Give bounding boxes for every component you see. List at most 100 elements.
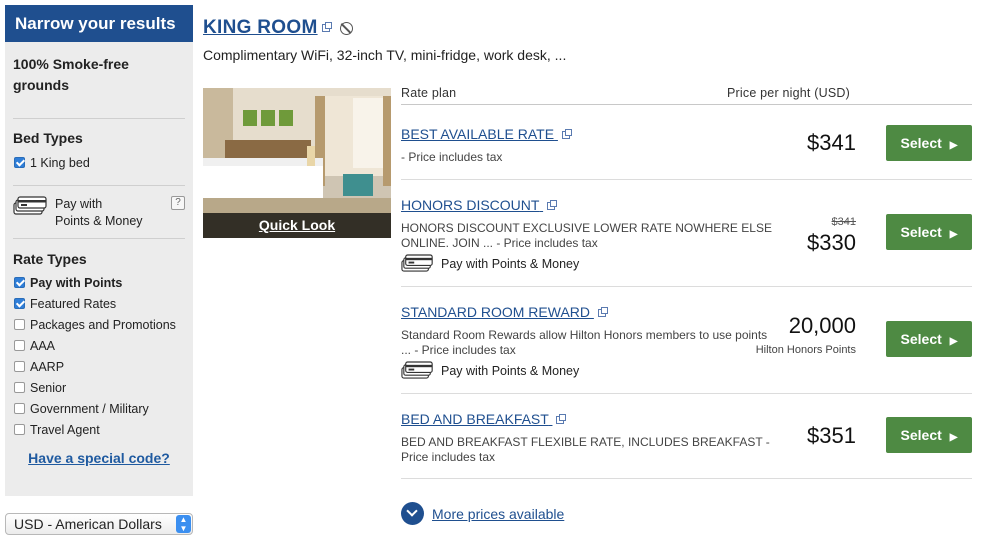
rate-type-label: AARP — [30, 359, 65, 374]
more-prices-label: More prices available — [432, 505, 565, 522]
checkbox[interactable] — [14, 361, 25, 372]
rate-type-label: Packages and Promotions — [30, 317, 176, 332]
chevron-right-icon: ▶ — [949, 229, 958, 240]
divider — [13, 118, 185, 119]
select-label: Select — [900, 135, 942, 151]
room-title-link[interactable]: KING ROOM — [203, 17, 318, 39]
rate-name-text: HONORS DISCOUNT — [401, 197, 540, 213]
rate-type-packages[interactable]: Packages and Promotions — [5, 314, 193, 335]
pay-points-line2: Points & Money — [55, 214, 143, 228]
rate-description: Standard Room Rewards allow Hilton Honor… — [401, 328, 768, 357]
rate-type-label: AAA — [30, 338, 56, 353]
rate-types-list: Pay with Points Featured Rates Packages … — [5, 272, 193, 440]
room-photo[interactable]: Quick Look — [203, 88, 391, 238]
smoke-free-note: 100% Smoke-free grounds — [5, 42, 193, 96]
pay-points-line1: Pay with — [55, 197, 103, 211]
select-button[interactable]: Select ▶ — [886, 125, 972, 161]
rate-points: 20,000 — [788, 313, 856, 338]
rate-name-link[interactable]: BEST AVAILABLE RATE — [401, 126, 572, 142]
pay-points-money-label: Pay with Points & Money — [55, 196, 143, 230]
rate-row-standard-reward: STANDARD ROOM REWARD Standard Room Rewar… — [401, 287, 972, 394]
chevron-right-icon: ▶ — [949, 140, 958, 151]
no-smoking-icon — [339, 21, 353, 35]
rate-price: $351 — [807, 423, 856, 448]
checkbox[interactable] — [14, 319, 25, 330]
rate-type-senior[interactable]: Senior — [5, 377, 193, 398]
quick-look-link[interactable]: Quick Look — [203, 213, 391, 238]
credit-cards-icon — [401, 254, 433, 272]
rate-name-text: STANDARD ROOM REWARD — [401, 304, 590, 320]
checkbox-checked[interactable] — [14, 298, 25, 309]
pay-points-money-filter[interactable]: Pay with Points & Money ? — [5, 196, 193, 230]
chevron-down-icon — [401, 502, 424, 525]
rate-description: - Price includes tax — [401, 150, 503, 164]
chevron-right-icon: ▶ — [949, 432, 958, 443]
original-price: $341 — [831, 216, 856, 228]
currency-select[interactable]: USD - American Dollars ▲ ▼ — [5, 513, 193, 535]
help-icon[interactable]: ? — [171, 196, 185, 210]
pay-points-money-option: Pay with Points & Money — [401, 361, 579, 380]
external-link-icon — [556, 414, 567, 425]
checkbox-checked[interactable] — [14, 157, 25, 168]
rate-row-bed-and-breakfast: BED AND BREAKFAST BED AND BREAKFAST FLEX… — [401, 394, 972, 479]
points-unit-label: Hilton Honors Points — [755, 344, 856, 356]
rate-description: HONORS DISCOUNT EXCLUSIVE LOWER RATE NOW… — [401, 221, 772, 250]
rate-type-label: Travel Agent — [30, 422, 100, 437]
bed-type-king-filter[interactable]: 1 King bed — [5, 152, 193, 173]
rate-name-text: BEST AVAILABLE RATE — [401, 126, 555, 142]
pay-option-label: Pay with Points & Money — [441, 363, 580, 378]
rate-name-link[interactable]: HONORS DISCOUNT — [401, 197, 558, 213]
select-button[interactable]: Select ▶ — [886, 417, 972, 453]
divider — [13, 185, 185, 186]
pay-points-money-option: Pay with Points & Money — [401, 254, 579, 273]
rate-name-link[interactable]: BED AND BREAKFAST — [401, 411, 567, 427]
room-title-row: KING ROOM — [203, 17, 353, 39]
rate-row-honors-discount: HONORS DISCOUNT HONORS DISCOUNT EXCLUSIV… — [401, 180, 972, 287]
select-button[interactable]: Select ▶ — [886, 214, 972, 250]
filter-sidebar: Narrow your results 100% Smoke-free grou… — [5, 5, 193, 496]
bed-types-list: 1 King bed — [5, 152, 193, 173]
bed-type-label: 1 King bed — [30, 155, 90, 170]
rate-type-aaa[interactable]: AAA — [5, 335, 193, 356]
rate-type-featured-rates[interactable]: Featured Rates — [5, 293, 193, 314]
currency-selected-value: USD - American Dollars — [14, 516, 162, 532]
select-arrows-icon: ▲ ▼ — [176, 515, 191, 533]
more-prices-link[interactable]: More prices available — [401, 502, 564, 525]
rate-name-link[interactable]: STANDARD ROOM REWARD — [401, 304, 608, 320]
smoke-free-line2: grounds — [13, 77, 69, 93]
pay-option-label: Pay with Points & Money — [441, 256, 580, 271]
rate-types-title: Rate Types — [13, 251, 87, 267]
credit-cards-icon — [401, 361, 433, 379]
checkbox[interactable] — [14, 403, 25, 414]
bed-types-title: Bed Types — [13, 130, 83, 146]
rate-price: $330 — [807, 230, 856, 255]
price-header: Price per night (USD) — [727, 86, 850, 100]
rate-type-label: Pay with Points — [30, 275, 123, 290]
rate-plan-header: Rate plan — [401, 86, 457, 100]
rate-name-text: BED AND BREAKFAST — [401, 411, 549, 427]
rate-type-travel-agent[interactable]: Travel Agent — [5, 419, 193, 440]
checkbox-checked[interactable] — [14, 277, 25, 288]
rate-row-best-available: BEST AVAILABLE RATE - Price includes tax… — [401, 105, 972, 180]
select-button[interactable]: Select ▶ — [886, 321, 972, 357]
divider — [13, 238, 185, 239]
room-amenities: Complimentary WiFi, 32-inch TV, mini-fri… — [203, 47, 567, 63]
rate-type-aarp[interactable]: AARP — [5, 356, 193, 377]
special-code-link[interactable]: Have a special code? — [5, 450, 193, 466]
rate-type-label: Government / Military — [30, 401, 149, 416]
external-link-icon — [547, 200, 558, 211]
filter-header: Narrow your results — [5, 5, 193, 42]
select-label: Select — [900, 331, 942, 347]
checkbox[interactable] — [14, 340, 25, 351]
external-link-icon — [561, 129, 572, 140]
checkbox[interactable] — [14, 382, 25, 393]
rate-type-government-military[interactable]: Government / Military — [5, 398, 193, 419]
rate-type-label: Featured Rates — [30, 296, 117, 311]
external-link-icon — [321, 22, 332, 32]
select-label: Select — [900, 224, 942, 240]
checkbox[interactable] — [14, 424, 25, 435]
rate-description: BED AND BREAKFAST FLEXIBLE RATE, INCLUDE… — [401, 435, 770, 464]
credit-cards-icon — [13, 196, 47, 215]
rate-type-pay-with-points[interactable]: Pay with Points — [5, 272, 193, 293]
external-link-icon — [597, 307, 608, 318]
